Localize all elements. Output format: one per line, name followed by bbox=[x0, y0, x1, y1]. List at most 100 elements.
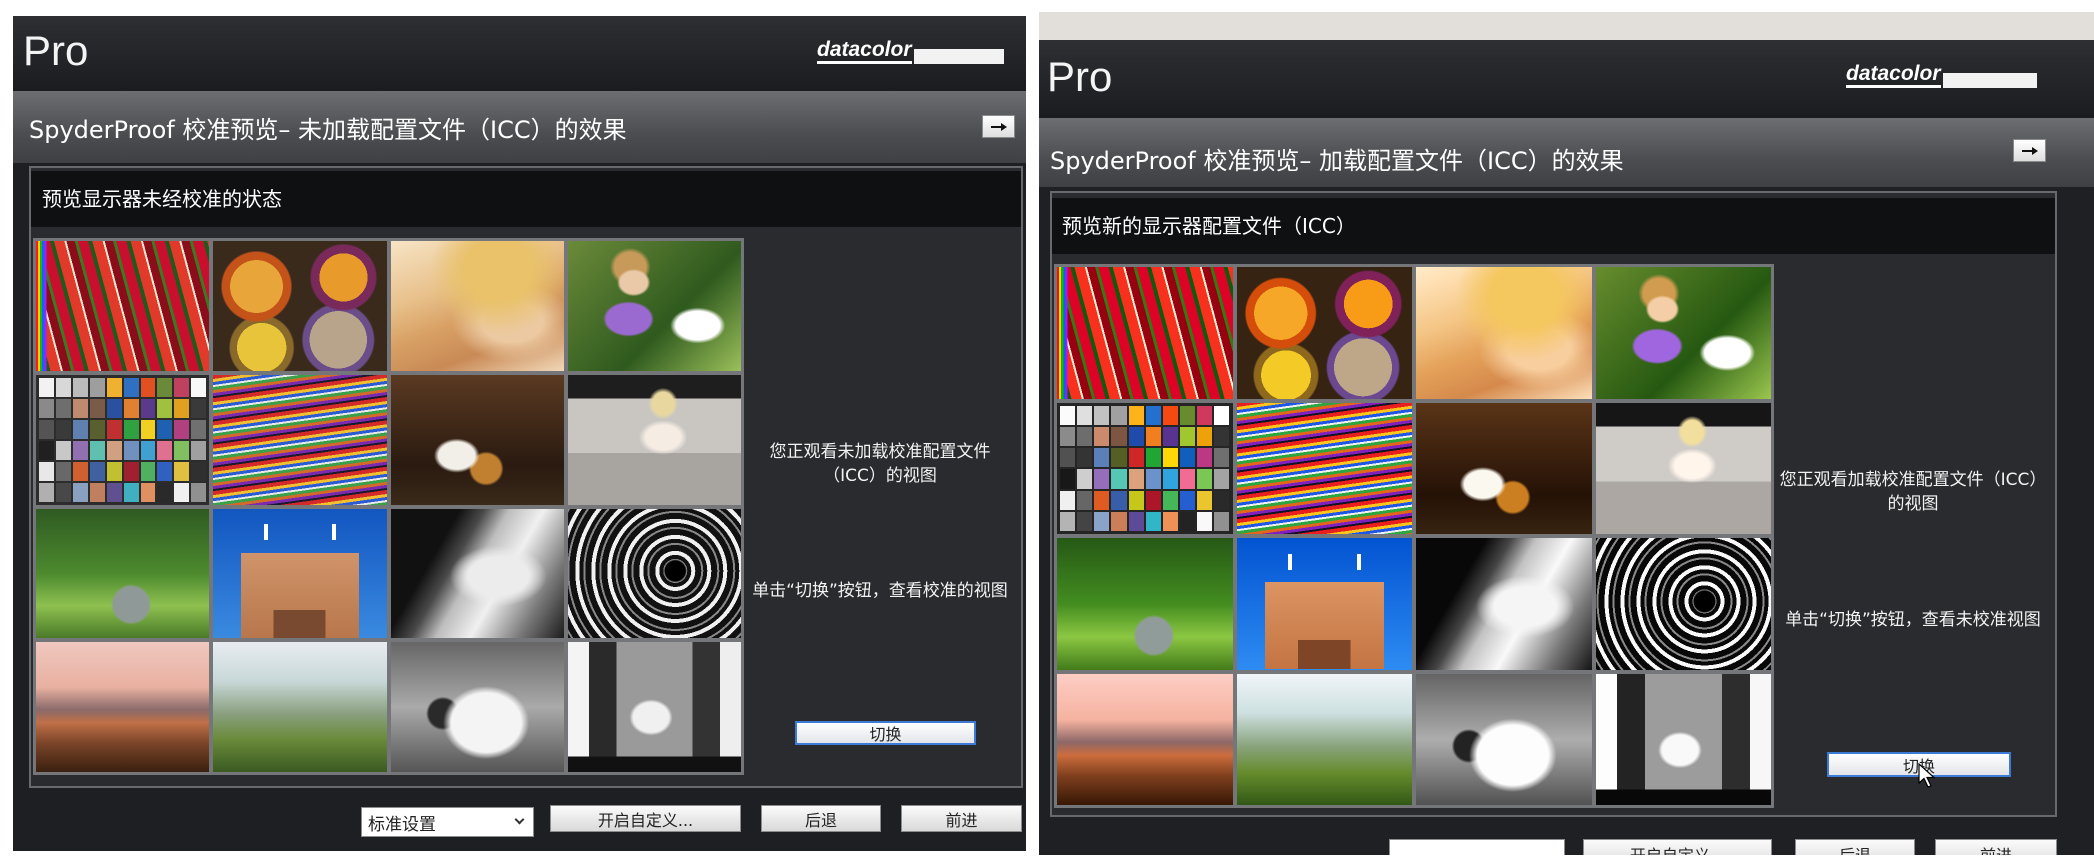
color-patch bbox=[1128, 490, 1144, 510]
bw-statue-photo bbox=[567, 642, 741, 772]
color-patch bbox=[55, 461, 71, 481]
scooter-photo bbox=[1416, 673, 1592, 805]
back-button[interactable]: 后退 bbox=[761, 805, 881, 832]
girl-flowers-photo bbox=[567, 241, 741, 371]
color-patch bbox=[157, 419, 173, 439]
color-patch bbox=[1214, 405, 1230, 425]
color-patch bbox=[174, 398, 190, 418]
mouse-pointer-icon bbox=[1918, 763, 1936, 788]
bw-portrait-photo bbox=[1416, 538, 1592, 670]
custom-button[interactable]: 开启自定义... bbox=[550, 805, 741, 832]
color-patch bbox=[1180, 469, 1196, 489]
datacolor-logo: datacolor bbox=[1846, 62, 2037, 88]
hills-landscape-photo bbox=[1236, 673, 1412, 805]
sunset-field-photo bbox=[1057, 673, 1233, 805]
bw-statue-photo bbox=[1595, 673, 1771, 805]
color-patch bbox=[72, 398, 88, 418]
color-patch bbox=[72, 461, 88, 481]
color-patch bbox=[106, 398, 122, 418]
bw-portrait-photo bbox=[390, 508, 564, 639]
logo-bar bbox=[1942, 73, 2037, 88]
color-patch bbox=[1180, 511, 1196, 531]
color-patch bbox=[191, 419, 207, 439]
color-patch bbox=[72, 419, 88, 439]
color-patch bbox=[1214, 511, 1230, 531]
color-patch bbox=[1162, 490, 1179, 510]
color-patch bbox=[72, 377, 88, 397]
color-patch bbox=[55, 482, 71, 502]
church-photo bbox=[213, 508, 387, 639]
page-title: SpyderProof 校准预览– 未加载配置文件（ICC）的效果 bbox=[29, 116, 627, 144]
color-patch bbox=[1060, 426, 1076, 446]
next-button[interactable]: 前进 bbox=[1935, 839, 2057, 855]
statue-street-photo bbox=[567, 374, 741, 505]
collapse-button[interactable] bbox=[982, 115, 1015, 138]
scooter-photo bbox=[390, 642, 564, 772]
color-patch bbox=[140, 482, 156, 502]
color-patch bbox=[89, 461, 105, 481]
color-patch bbox=[1214, 469, 1230, 489]
color-patch bbox=[39, 461, 54, 481]
preset-select-value: 标准设置 bbox=[368, 814, 436, 835]
color-patch bbox=[140, 419, 156, 439]
color-patch bbox=[1128, 426, 1144, 446]
spiral-staircase-photo bbox=[567, 508, 741, 639]
chevron-down-icon bbox=[514, 814, 525, 825]
color-patch bbox=[1094, 405, 1110, 425]
color-patch bbox=[1197, 448, 1213, 468]
spiral-staircase-photo bbox=[1595, 538, 1771, 670]
color-patch bbox=[1077, 448, 1093, 468]
panel-subtitle: 预览显示器未经校准的状态 bbox=[31, 171, 1021, 227]
calibrated-screen: Pro datacolor SpyderProof 校准预览– 加载配置文件（I… bbox=[1039, 0, 2094, 855]
next-button[interactable]: 前进 bbox=[901, 805, 1022, 832]
woman-face-photo bbox=[1416, 267, 1592, 399]
color-patch bbox=[1180, 490, 1196, 510]
color-patch bbox=[174, 440, 190, 460]
arrow-right-icon bbox=[991, 122, 1007, 131]
color-patch bbox=[1111, 426, 1127, 446]
peppers-photo bbox=[36, 241, 210, 371]
color-patch bbox=[89, 440, 105, 460]
color-patch bbox=[1060, 405, 1076, 425]
toggle-button[interactable]: 切换 bbox=[795, 721, 976, 745]
color-patch bbox=[1077, 405, 1093, 425]
color-patch bbox=[106, 377, 122, 397]
color-patch bbox=[174, 461, 190, 481]
hills-landscape-photo bbox=[213, 642, 387, 772]
color-patch bbox=[1162, 469, 1179, 489]
garden-urn-photo bbox=[36, 508, 210, 639]
collapse-button[interactable] bbox=[2013, 139, 2046, 162]
color-patch bbox=[1214, 490, 1230, 510]
color-patch bbox=[191, 482, 207, 502]
color-patch bbox=[1077, 426, 1093, 446]
color-patch bbox=[140, 377, 156, 397]
app-header: Pro datacolor bbox=[1039, 40, 2094, 118]
color-patch bbox=[1197, 511, 1213, 531]
color-patch bbox=[1111, 405, 1127, 425]
preset-select[interactable]: 标准设置 bbox=[361, 807, 534, 837]
color-patch bbox=[72, 440, 88, 460]
instruction-text: 单击“切换”按钮，查看未校准视图 bbox=[1785, 610, 2041, 630]
color-patch bbox=[157, 440, 173, 460]
color-patch bbox=[55, 440, 71, 460]
background-wall bbox=[1039, 0, 2094, 40]
color-patch bbox=[106, 419, 122, 439]
custom-button[interactable]: 开启自定义... bbox=[1583, 839, 1772, 855]
color-patch bbox=[1128, 511, 1144, 531]
color-patch bbox=[1180, 448, 1196, 468]
color-patch bbox=[1180, 426, 1196, 446]
color-patch bbox=[123, 482, 139, 502]
status-message: 您正观看未加载校准配置文件（ICC）的视图 bbox=[769, 442, 991, 486]
color-patch bbox=[106, 461, 122, 481]
color-patch bbox=[1060, 511, 1076, 531]
back-button[interactable]: 后退 bbox=[1795, 839, 1915, 855]
preview-panel: 预览新的显示器配置文件（ICC） 您正观看加载校准配置文件（ICC）的视图 单击… bbox=[1050, 191, 2057, 817]
color-patch bbox=[123, 461, 139, 481]
color-patch bbox=[1128, 448, 1144, 468]
color-patch bbox=[1197, 426, 1213, 446]
preset-select[interactable] bbox=[1389, 839, 1565, 855]
color-patch bbox=[157, 377, 173, 397]
color-patch bbox=[191, 398, 207, 418]
color-patch bbox=[123, 377, 139, 397]
color-patch bbox=[1111, 511, 1127, 531]
